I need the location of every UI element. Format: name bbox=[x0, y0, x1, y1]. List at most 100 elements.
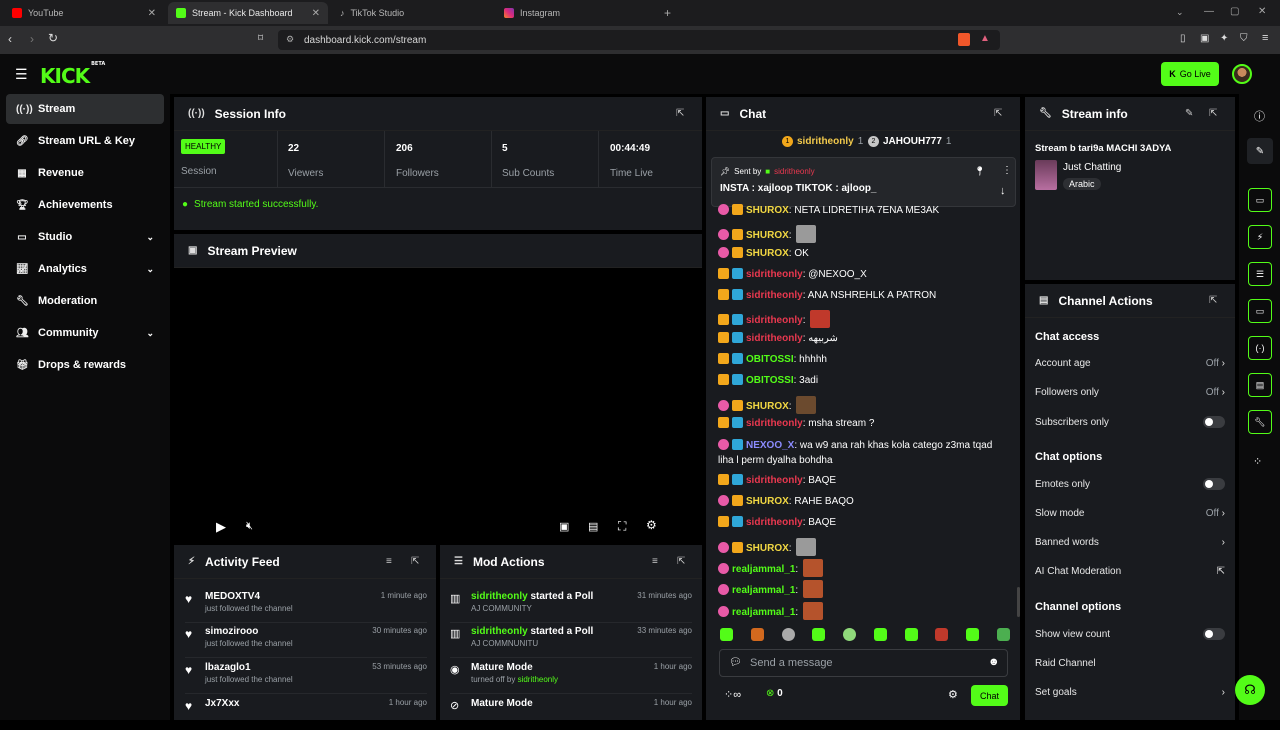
emote-icon[interactable] bbox=[812, 628, 826, 641]
sidebar-item-analytics[interactable]: 📈︎ Analytics ⌄ bbox=[6, 254, 164, 284]
chat-message[interactable]: sidritheonly: ANA NSHREHLK A PATRON bbox=[718, 289, 936, 303]
chat-scrollbar[interactable] bbox=[1017, 587, 1020, 617]
back-icon[interactable]: ‹ bbox=[8, 32, 12, 46]
go-live-button[interactable]: K Go Live bbox=[1161, 62, 1219, 86]
chat-username[interactable]: sidritheonly bbox=[746, 418, 803, 429]
bookmark-icon[interactable]: ⌑ bbox=[258, 33, 263, 44]
chat-message[interactable]: realjammal_1: bbox=[718, 602, 823, 620]
chat-message[interactable]: SHUROX: NETA LIDRETIHA 7ENA ME3AK bbox=[718, 204, 939, 218]
new-tab-icon[interactable]: + bbox=[664, 6, 671, 20]
chat-username[interactable]: sidritheonly bbox=[746, 475, 803, 486]
pinned-message[interactable]: 📌︎ Sent by ■ sidritheonly INSTA : xajloo… bbox=[711, 157, 1016, 207]
sidebar-item-studio[interactable]: ▭ Studio ⌄ bbox=[6, 222, 164, 252]
kick-logo[interactable]: KICK BETA bbox=[40, 61, 105, 88]
chat-message[interactable]: sidritheonly: bbox=[718, 310, 831, 328]
emoji-icon[interactable]: ☻ bbox=[988, 656, 1000, 668]
window-close-icon[interactable]: ✕ bbox=[1258, 6, 1266, 17]
chat-username[interactable]: sidritheonly bbox=[746, 517, 803, 528]
emote-icon[interactable] bbox=[996, 628, 1010, 641]
top-gifter[interactable]: 1 sidritheonly 1 bbox=[782, 136, 863, 147]
emote-icon[interactable] bbox=[873, 628, 887, 641]
rail-session-icon[interactable]: ▭ bbox=[1248, 188, 1272, 212]
rail-chat-icon[interactable]: ▭ bbox=[1248, 299, 1272, 323]
popout-icon[interactable]: ⇱ bbox=[411, 556, 419, 567]
chat-username[interactable]: NEXOO_X bbox=[746, 440, 794, 451]
chat-message[interactable]: SHUROX: bbox=[718, 538, 817, 556]
emotes-only-toggle[interactable] bbox=[1203, 478, 1225, 490]
emote-icon[interactable] bbox=[781, 628, 795, 641]
chat-username[interactable]: SHUROX bbox=[746, 230, 789, 241]
popout-icon[interactable]: ⇱ bbox=[1209, 108, 1217, 119]
top-gifter[interactable]: 2 JAHOUH777 1 bbox=[868, 136, 951, 147]
site-info-icon[interactable]: ⚙ bbox=[286, 34, 294, 45]
maximize-icon[interactable]: ▢ bbox=[1230, 6, 1239, 17]
chat-username[interactable]: SHUROX bbox=[746, 401, 789, 412]
close-icon[interactable]: ✕ bbox=[312, 8, 320, 19]
sidebar-item-drops-rewards[interactable]: 🎁︎ Drops & rewards bbox=[6, 350, 164, 380]
account-age-row[interactable]: Account age Off › bbox=[1035, 358, 1225, 369]
url-field[interactable]: ⚙ dashboard.kick.com/stream bbox=[278, 30, 1000, 50]
chat-message[interactable]: SHUROX: OK bbox=[718, 247, 809, 261]
chat-username[interactable]: sidritheonly bbox=[746, 290, 803, 301]
chat-send-button[interactable]: Chat bbox=[971, 685, 1008, 706]
sidebar-item-stream[interactable]: ((·)) Stream bbox=[6, 94, 164, 124]
chat-message[interactable]: sidritheonly: BAQE bbox=[718, 474, 836, 488]
edit-layout-icon[interactable]: ✎ bbox=[1247, 138, 1273, 164]
chat-username[interactable]: SHUROX bbox=[746, 205, 789, 216]
vpn-icon[interactable]: ⛉ bbox=[1240, 33, 1248, 44]
edit-icon[interactable]: ✎ bbox=[1185, 108, 1193, 119]
filter-icon[interactable]: ≡ bbox=[652, 556, 658, 567]
pip-icon[interactable]: ▣ bbox=[559, 520, 569, 533]
popout-icon[interactable]: ⇱ bbox=[677, 556, 685, 567]
tab-youtube[interactable]: YouTube ✕ bbox=[4, 2, 164, 24]
chat-message[interactable]: realjammal_1: bbox=[718, 580, 823, 598]
chat-username[interactable]: SHUROX bbox=[746, 496, 789, 507]
tab-tiktok[interactable]: ♪ TikTok Studio bbox=[332, 2, 492, 24]
chat-username[interactable]: SHUROX bbox=[746, 248, 789, 259]
sidebar-item-community[interactable]: 👥︎ Community ⌄ bbox=[6, 318, 164, 348]
popout-icon[interactable]: ⇱ bbox=[994, 108, 1002, 119]
rail-community-icon[interactable]: ⁘ bbox=[1253, 455, 1262, 468]
chat-message[interactable]: SHUROX: bbox=[718, 225, 817, 243]
chat-username[interactable]: sidritheonly bbox=[746, 333, 803, 344]
emote-icon[interactable] bbox=[966, 628, 980, 641]
rail-mod-actions-icon[interactable]: ☰ bbox=[1248, 262, 1272, 286]
rail-activity-icon[interactable]: ⚡︎ bbox=[1248, 225, 1272, 249]
rail-channel-icon[interactable]: ▤ bbox=[1248, 373, 1272, 397]
theater-icon[interactable]: ▤ bbox=[588, 520, 598, 533]
popout-icon[interactable]: ⇱ bbox=[676, 108, 684, 119]
info-icon[interactable]: ⓘ bbox=[1254, 108, 1265, 124]
chat-username[interactable]: SHUROX bbox=[746, 543, 789, 554]
chat-message[interactable]: realjammal_1: bbox=[718, 559, 823, 577]
ai-moderation-row[interactable]: AI Chat Moderation ⇱ bbox=[1035, 566, 1225, 577]
settings-icon[interactable]: ⚙ bbox=[646, 518, 657, 532]
pin-icon[interactable]: 📍︎ bbox=[974, 166, 985, 177]
community-icon[interactable]: ⁘∞ bbox=[724, 688, 741, 701]
fullscreen-icon[interactable]: ⛶ bbox=[618, 519, 626, 534]
sidebar-item-revenue[interactable]: ▦ Revenue bbox=[6, 158, 164, 188]
hamburger-icon[interactable]: ☰ bbox=[15, 66, 28, 83]
banned-words-row[interactable]: Banned words › bbox=[1035, 537, 1225, 548]
wallet-icon[interactable]: ▣ bbox=[1200, 33, 1209, 44]
help-button[interactable]: ☊ bbox=[1235, 675, 1265, 705]
sidebar-item-achievements[interactable]: 🏆︎ Achievements bbox=[6, 190, 164, 220]
chat-username[interactable]: realjammal_1 bbox=[732, 564, 795, 575]
chat-message[interactable]: sidritheonly: msha stream ? bbox=[718, 417, 874, 431]
rewards-icon[interactable]: ▲ bbox=[980, 33, 990, 44]
chat-message[interactable]: OBITOSSI: hhhhh bbox=[718, 353, 827, 367]
minimize-icon[interactable]: — bbox=[1204, 6, 1214, 17]
chat-message[interactable]: sidritheonly: شربيهه bbox=[718, 332, 838, 346]
chat-message[interactable]: SHUROX: bbox=[718, 396, 817, 414]
chat-username[interactable]: OBITOSSI bbox=[746, 354, 794, 365]
filter-icon[interactable]: ≡ bbox=[386, 556, 392, 567]
emote-icon[interactable] bbox=[904, 628, 918, 641]
forward-icon[interactable]: › bbox=[30, 32, 34, 46]
rail-broadcast-icon[interactable]: (·) bbox=[1248, 336, 1272, 360]
emote-icon[interactable] bbox=[935, 628, 949, 641]
rail-wrench-icon[interactable]: 🔧︎ bbox=[1248, 410, 1272, 434]
chat-username[interactable]: realjammal_1 bbox=[732, 607, 795, 618]
chat-message[interactable]: OBITOSSI: 3adi bbox=[718, 374, 818, 388]
chat-message[interactable]: sidritheonly: BAQE bbox=[718, 516, 836, 530]
tab-instagram[interactable]: Instagram bbox=[496, 2, 656, 24]
popout-icon[interactable]: ⇱ bbox=[1209, 295, 1217, 306]
